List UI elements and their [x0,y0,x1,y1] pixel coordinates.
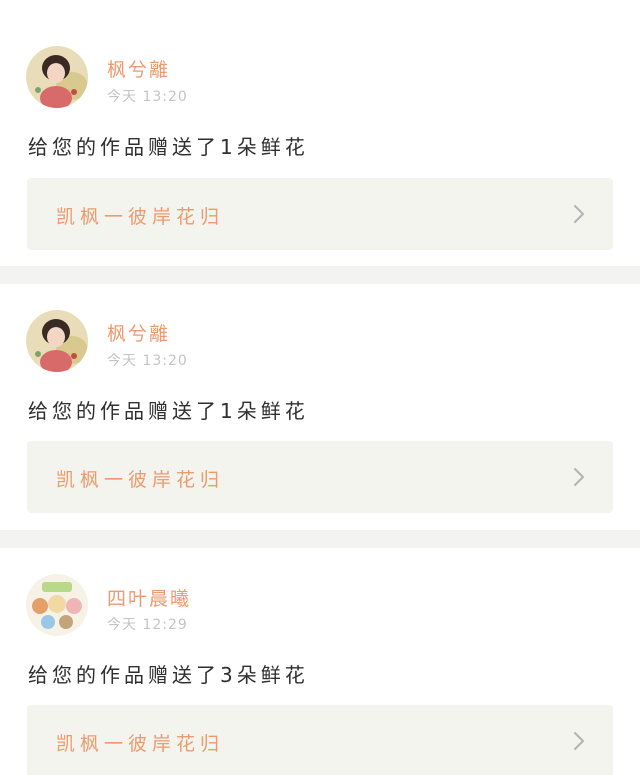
flower-notification-list: 枫兮離 今天 13:20 给您的作品赠送了1朵鲜花 凯枫一彼岸花归 枫兮離 今天… [0,0,640,775]
user-avatar[interactable] [26,574,88,636]
work-title: 凯枫一彼岸花归 [56,206,225,228]
chevron-right-icon [573,731,585,751]
notification-card: 枫兮離 今天 13:20 给您的作品赠送了1朵鲜花 凯枫一彼岸花归 [0,284,640,530]
cartoon-characters-icon [26,574,88,636]
section-divider [0,266,640,284]
user-avatar[interactable] [26,310,88,372]
section-divider [0,530,640,548]
notification-card: 四叶晨曦 今天 12:29 给您的作品赠送了3朵鲜花 凯枫一彼岸花归 [0,548,640,775]
notification-card: 枫兮離 今天 13:20 给您的作品赠送了1朵鲜花 凯枫一彼岸花归 [0,0,640,266]
username[interactable]: 枫兮離 [107,55,170,82]
timestamp: 今天 13:20 [107,353,188,369]
work-link[interactable]: 凯枫一彼岸花归 [27,178,613,250]
username[interactable]: 四叶晨曦 [107,584,191,611]
chevron-right-icon [573,204,585,224]
timestamp: 今天 13:20 [107,89,188,105]
gift-message: 给您的作品赠送了1朵鲜花 [28,399,309,423]
chevron-right-icon [573,467,585,487]
work-link[interactable]: 凯枫一彼岸花归 [27,705,613,775]
work-link[interactable]: 凯枫一彼岸花归 [27,441,613,513]
gift-message: 给您的作品赠送了3朵鲜花 [28,663,309,687]
timestamp: 今天 12:29 [107,617,188,633]
gift-message: 给您的作品赠送了1朵鲜花 [28,135,309,159]
woman-portrait-icon [26,310,88,372]
user-avatar[interactable] [26,46,88,108]
username[interactable]: 枫兮離 [107,319,170,346]
work-title: 凯枫一彼岸花归 [56,469,225,491]
woman-portrait-icon [26,46,88,108]
work-title: 凯枫一彼岸花归 [56,733,225,755]
